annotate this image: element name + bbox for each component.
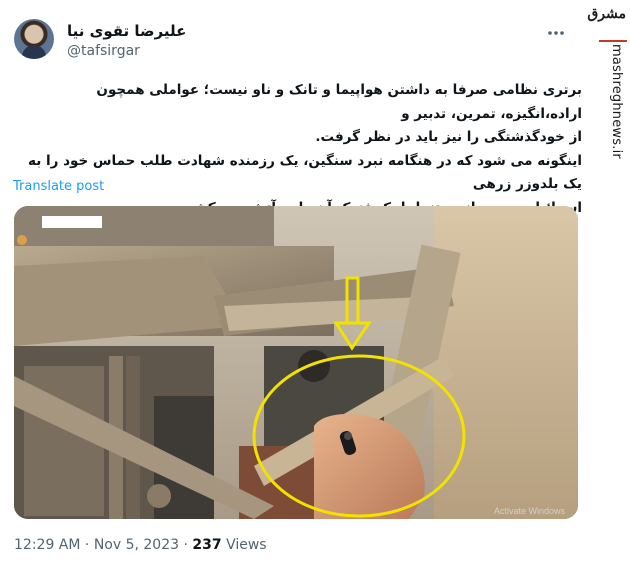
- watermark-url: mashreghnews.ir: [609, 44, 624, 159]
- tweet-text-line: برتری نظامی صرفا به داشتن هواپیما و تانک…: [96, 82, 582, 122]
- tweet-media-image[interactable]: Activate Windows: [14, 206, 578, 519]
- watermark-logo: مشرق: [587, 6, 626, 22]
- watermark-divider: [599, 40, 627, 42]
- tweet-text-line: از خودگذشتگی را نیز باید در نظر گرفت.: [315, 129, 582, 145]
- tweet-card: علیرضا تقوی نیا @tafsirgar برتری نظامی ص…: [0, 0, 596, 574]
- tweet-text: برتری نظامی صرفا به داشتن هواپیما و تانک…: [12, 79, 582, 220]
- views-label: Views: [221, 537, 267, 553]
- meta-separator: ·: [179, 537, 193, 553]
- avatar[interactable]: [14, 19, 54, 59]
- author-display-name[interactable]: علیرضا تقوی نیا: [67, 22, 186, 40]
- bulldozer-photo: Activate Windows: [14, 206, 578, 519]
- tweet-meta: 12:29 AM · Nov 5, 2023 · 237 Views: [14, 537, 267, 553]
- meta-separator: ·: [80, 537, 94, 553]
- more-options-icon[interactable]: [546, 23, 566, 43]
- views-count: 237: [192, 537, 222, 553]
- media-overlay-text: Activate Windows: [494, 506, 566, 516]
- author-handle[interactable]: @tafsirgar: [67, 43, 140, 59]
- tweet-time[interactable]: 12:29 AM: [14, 537, 80, 553]
- translate-post-link[interactable]: Translate post: [13, 179, 104, 194]
- tweet-date[interactable]: Nov 5, 2023: [94, 537, 179, 553]
